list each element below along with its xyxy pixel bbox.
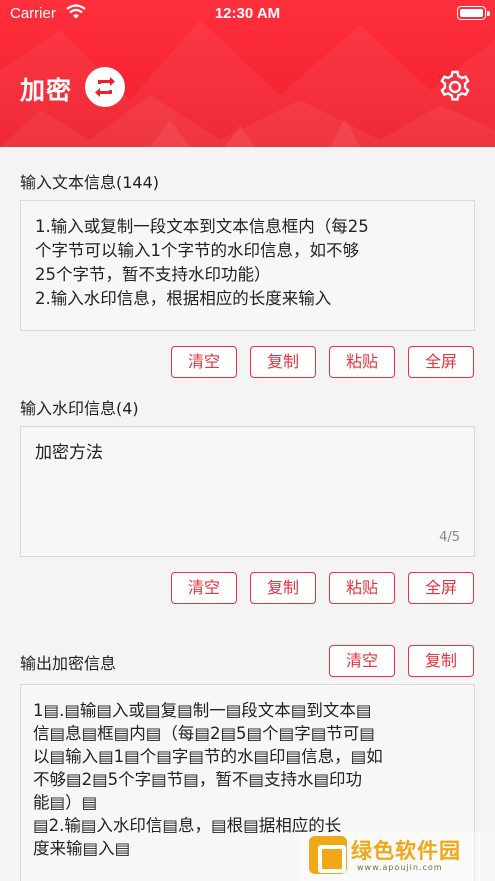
- output-text-line: 1▤.▤输▤入或▤复▤制一▤段文本▤到文本▤: [33, 701, 372, 720]
- input-text-paste-button[interactable]: 粘贴: [329, 346, 395, 378]
- input-text-fullscreen-button[interactable]: 全屏: [408, 346, 474, 378]
- output-label: 输出加密信息: [20, 654, 117, 673]
- output-text-line: 以▤输入▤1▤个▤字▤节的水▤印▤信息，▤如: [33, 747, 383, 766]
- site-watermark-name: 绿色软件园: [351, 839, 461, 863]
- output-copy-button[interactable]: 复制: [408, 645, 474, 677]
- watermark-input-label: 输入水印信息(4): [20, 399, 139, 418]
- site-watermark: 绿色软件园 www.apoujin.com: [301, 832, 495, 881]
- input-text-line: 2.输入水印信息，根据相应的长度来输入: [35, 289, 332, 308]
- swap-arrows-icon: [95, 77, 115, 97]
- status-bar: Carrier 12:30 AM: [0, 0, 495, 28]
- settings-button[interactable]: [436, 68, 474, 106]
- input-text-line: 个字节可以输入1个字节的水印信息，如不够: [35, 241, 359, 260]
- input-text-clear-button[interactable]: 清空: [171, 346, 237, 378]
- output-text-line: 信▤息▤框▤内▤（每▤2▤5▤个▤字▤节可▤: [33, 724, 375, 743]
- input-text-area[interactable]: 1.输入或复制一段文本到文本信息框内（每25 个字节可以输入1个字节的水印信息，…: [20, 200, 475, 331]
- gear-icon: [440, 70, 470, 101]
- watermark-fullscreen-button[interactable]: 全屏: [408, 572, 474, 604]
- input-text-line: 1.输入或复制一段文本到文本信息框内（每25: [35, 217, 369, 236]
- watermark-input-value: 加密方法: [35, 443, 103, 463]
- page-title: 加密: [20, 76, 73, 105]
- watermark-copy-button[interactable]: 复制: [250, 572, 316, 604]
- watermark-char-counter: 4/5: [439, 530, 460, 545]
- watermark-paste-button[interactable]: 粘贴: [329, 572, 395, 604]
- swap-mode-button[interactable]: [85, 67, 125, 107]
- output-text-line: 能▤）▤: [33, 793, 98, 812]
- clock: 12:30 AM: [214, 5, 281, 22]
- output-clear-button[interactable]: 清空: [329, 645, 395, 677]
- app-header: Carrier 12:30 AM 加密: [0, 0, 495, 147]
- input-text-label: 输入文本信息(144): [20, 173, 160, 192]
- watermark-clear-button[interactable]: 清空: [171, 572, 237, 604]
- site-logo-icon: [309, 836, 347, 874]
- output-text-line: 不够▤2▤5个字▤节▤，暂不▤支持水▤印功: [33, 770, 363, 789]
- input-text-line: 25个字节，暂不支持水印功能）: [35, 265, 271, 284]
- watermark-input-area[interactable]: 加密方法 4/5: [20, 426, 475, 557]
- site-watermark-url: www.apoujin.com: [357, 863, 443, 872]
- input-text-copy-button[interactable]: 复制: [250, 346, 316, 378]
- battery-icon: [457, 6, 490, 20]
